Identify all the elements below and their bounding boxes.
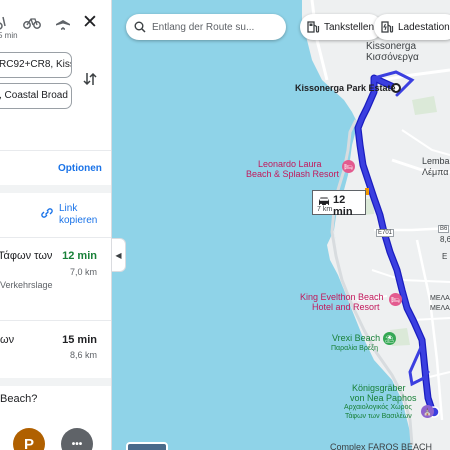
more-options-icon[interactable]: ••• — [61, 428, 93, 450]
map-label-tombs[interactable]: Königsgräber — [352, 383, 406, 393]
route-time: 12 min — [62, 250, 97, 262]
map-label-tombs-greek-2: Τάφων των Βασιλέων — [345, 413, 412, 420]
chip-label: Ladestation — [398, 21, 450, 33]
search-placeholder: Entlang der Route su... — [152, 21, 255, 33]
map-label-kissonerga-greek: Κισσόνεργα — [366, 52, 419, 63]
map-label-mela-2: ΜΕΛΑ — [430, 305, 450, 312]
hotel-icon[interactable]: 🛏 — [389, 293, 402, 306]
link-icon[interactable] — [40, 206, 56, 222]
road-shield: E701 — [376, 229, 395, 237]
destination-input[interactable]: , Coastal Broad — [0, 83, 72, 109]
mode-duration: 5 min — [0, 31, 18, 40]
map-label-lemba-greek: Λέμπα — [422, 167, 449, 177]
hotel-icon[interactable]: 🛏 — [342, 160, 355, 173]
map-label-leonardo[interactable]: Leonardo Laura — [258, 159, 322, 169]
avatar[interactable]: P — [13, 428, 45, 450]
route-name: ων — [0, 334, 15, 346]
travel-mode-bar: 5 min ✕ — [0, 0, 111, 44]
close-icon[interactable]: ✕ — [79, 11, 101, 33]
callout-time: 12 min — [333, 194, 353, 218]
map-label-kissonerga: Kissonerga — [366, 41, 417, 52]
divider — [0, 237, 111, 238]
gas-station-icon — [306, 20, 320, 34]
beach-icon[interactable]: ⛱ — [383, 332, 396, 345]
divider — [0, 150, 111, 151]
route-name: Τάφων των — [0, 250, 53, 262]
copy-link-button[interactable]: Link kopieren — [59, 203, 109, 227]
map-label-vrexi-greek: Παραλία Βρέξη — [331, 345, 378, 352]
road-shield: B6 — [438, 225, 450, 233]
origin-input[interactable]: RC92+CR8, Kiss — [0, 52, 72, 78]
map-label-park-estate[interactable]: Kissonerga Park Estate — [295, 83, 396, 93]
divider — [0, 185, 111, 193]
nearby-question: Beach? — [0, 393, 38, 405]
divider — [0, 320, 111, 321]
road-shield: 8,6 — [440, 235, 450, 244]
chevron-left-icon[interactable]: ◀ — [112, 238, 126, 272]
airplane-icon[interactable] — [53, 12, 73, 32]
directions-panel: 5 min ✕ RC92+CR8, Kiss , Coastal Broad O… — [0, 0, 112, 450]
map-label-king-evelthon-resort[interactable]: Hotel and Resort — [312, 302, 380, 312]
charging-stations-chip[interactable]: Ladestation — [374, 14, 450, 40]
motorcycle-icon[interactable] — [0, 12, 14, 32]
route-distance: 7,0 km — [69, 267, 97, 277]
search-along-route-input[interactable]: Entlang der Route su... — [126, 14, 286, 40]
map-label-lemba: Lemba — [422, 156, 450, 166]
route-distance: 8,6 km — [69, 350, 97, 360]
car-icon — [317, 194, 331, 207]
divider — [0, 378, 111, 386]
ev-charger-icon — [380, 20, 394, 34]
route-time: 15 min — [62, 334, 97, 346]
layers-thumbnail[interactable] — [126, 442, 168, 450]
gas-stations-chip[interactable]: Tankstellen — [300, 14, 383, 40]
map-label-tombs-paphos: von Nea Paphos — [350, 393, 417, 403]
swap-vertical-icon[interactable] — [82, 70, 98, 88]
map-label-vrexi[interactable]: Vrexi Beach — [332, 333, 380, 343]
map-label-mela: ΜΕΛΑ — [430, 295, 450, 302]
route-traffic-note: Verkehrslage — [0, 280, 53, 290]
map-label-leonardo-resort[interactable]: Beach & Splash Resort — [246, 169, 339, 179]
map-view[interactable]: Entlang der Route su... Tankstellen Lade… — [112, 0, 450, 450]
options-link[interactable]: Optionen — [58, 163, 102, 174]
route-duration-callout[interactable]: 12 min 7 km — [312, 190, 366, 218]
chip-label: Tankstellen — [324, 21, 375, 33]
map-label-e-partial: Ε — [442, 252, 448, 261]
callout-distance: 7 km — [317, 206, 333, 213]
museum-icon[interactable]: ⛪ — [421, 405, 434, 418]
search-icon — [134, 21, 146, 33]
map-label-complex: Complex FAROS BEACH — [330, 442, 433, 450]
map-label-king-evelthon[interactable]: King Evelthon Beach — [300, 292, 384, 302]
bicycle-icon[interactable] — [22, 12, 42, 32]
